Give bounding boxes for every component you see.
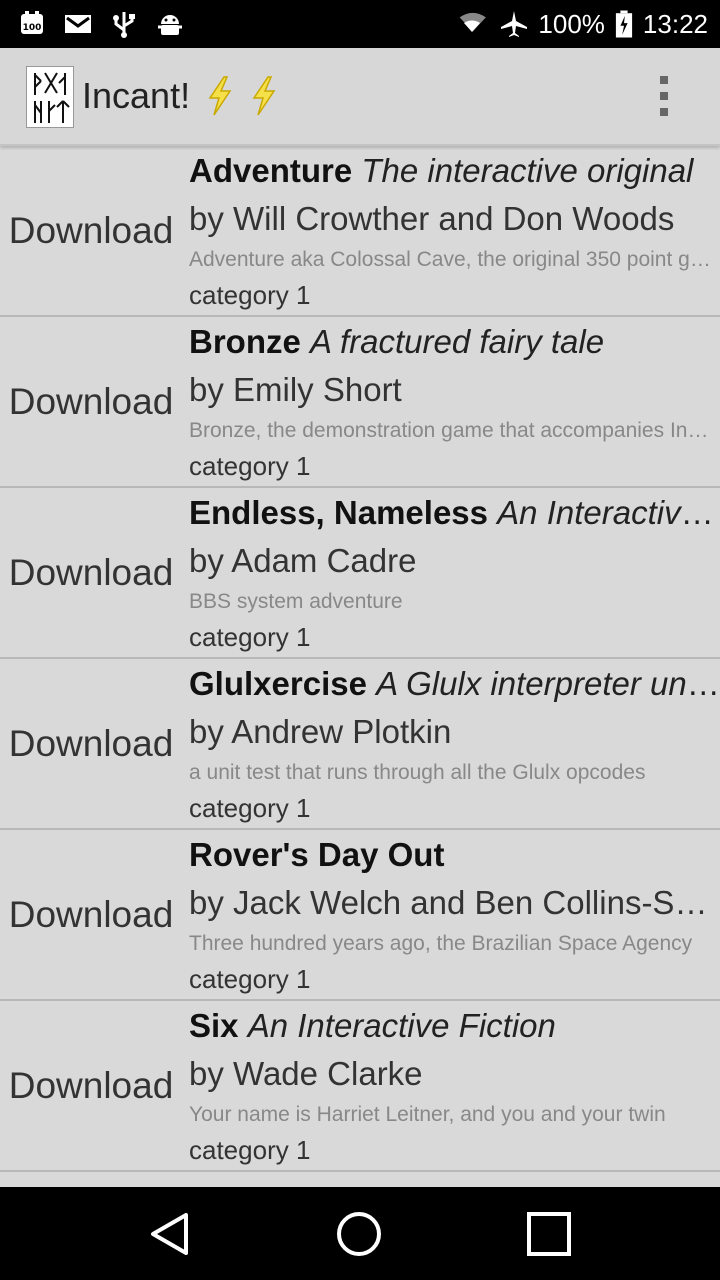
story-description: BBS system adventure: [189, 590, 403, 613]
battery-icon: [615, 10, 633, 38]
story-title: Glulxercise: [189, 665, 367, 702]
battery-percent: 100%: [538, 8, 605, 39]
story-category: category 1: [189, 964, 311, 994]
notification-icons: 100: [18, 8, 184, 40]
story-info: Rover's Day Out by Jack Welch and Ben Co…: [189, 830, 720, 999]
clock: 13:22: [642, 8, 708, 39]
overflow-menu-icon[interactable]: [648, 72, 680, 120]
bolt-icons: [202, 76, 282, 116]
story-title: Endless, Nameless: [189, 494, 488, 531]
usb-icon: [113, 12, 135, 38]
story-headline: An Interactive Fiction: [247, 1007, 556, 1044]
story-list: Download Adventure The interactive origi…: [0, 146, 720, 1187]
story-title: Adventure: [189, 152, 353, 189]
usb-100-icon: 100: [21, 11, 43, 34]
story-author: by Adam Cadre: [189, 542, 417, 579]
story-author: by Andrew Plotkin: [189, 713, 452, 750]
story-row-adventure[interactable]: Download Adventure The interactive origi…: [0, 146, 720, 317]
story-title-line: Endless, Nameless An Interactive Fiction: [189, 492, 720, 534]
story-category: category 1: [189, 793, 311, 823]
story-author: by Emily Short: [189, 371, 402, 408]
story-description: Bronze, the demonstration game that acco…: [189, 419, 714, 442]
wifi-icon: [460, 12, 487, 32]
story-info: Six An Interactive Fiction by Wade Clark…: [189, 1001, 720, 1170]
download-button[interactable]: Download: [0, 146, 182, 315]
story-author: by Wade Clarke: [189, 1055, 423, 1092]
story-row-rovers-day-out[interactable]: Download Rover's Day Out by Jack Welch a…: [0, 830, 720, 1001]
story-title: Bronze: [189, 323, 301, 360]
download-button[interactable]: Download: [0, 1001, 182, 1170]
gmail-icon: [65, 15, 91, 33]
airplane-icon: [501, 11, 528, 37]
story-row-endless-nameless[interactable]: Download Endless, Nameless An Interactiv…: [0, 488, 720, 659]
story-description: a unit test that runs through all the Gl…: [189, 761, 646, 784]
download-button[interactable]: Download: [0, 317, 182, 486]
story-description: Your name is Harriet Leitner, and you an…: [189, 1103, 666, 1126]
story-title-line: Adventure The interactive original: [189, 150, 720, 192]
story-title: Rover's Day Out: [189, 836, 445, 873]
story-category: category 1: [189, 622, 311, 652]
story-info: Adventure The interactive original by Wi…: [189, 146, 720, 315]
back-icon[interactable]: [146, 1209, 196, 1259]
story-info: Glulxercise A Glulx interpreter unit tes…: [189, 659, 720, 828]
story-headline: The interactive original: [361, 152, 694, 189]
story-headline: An Interactive Fiction: [497, 494, 720, 531]
download-button[interactable]: Download: [0, 659, 182, 828]
story-title-line: Bronze A fractured fairy tale: [189, 321, 720, 363]
story-author: by Jack Welch and Ben Collins-Sussman: [189, 884, 714, 921]
story-row-bronze[interactable]: Download Bronze A fractured fairy tale b…: [0, 317, 720, 488]
android-debug-icon: [158, 15, 182, 35]
story-author: by Will Crowther and Don Woods: [189, 200, 675, 237]
story-description: Adventure aka Colossal Cave, the origina…: [189, 248, 714, 271]
system-status: 100% 13:22: [454, 0, 708, 48]
app-title: Incant!: [82, 75, 191, 116]
svg-text:100: 100: [23, 23, 42, 33]
story-category: category 1: [189, 280, 311, 310]
status-bar: 100 100% 13:22: [0, 0, 720, 48]
lightning-bolt-icon: [208, 76, 232, 116]
recents-icon[interactable]: [524, 1209, 574, 1259]
story-title-line: Six An Interactive Fiction: [189, 1005, 720, 1047]
story-category: category 1: [189, 1135, 311, 1165]
download-button[interactable]: Download: [0, 830, 182, 999]
story-info: Bronze A fractured fairy tale by Emily S…: [189, 317, 720, 486]
story-row-six[interactable]: Download Six An Interactive Fiction by W…: [0, 1001, 720, 1172]
story-headline: A fractured fairy tale: [310, 323, 605, 360]
rune-logo-icon[interactable]: [26, 66, 74, 128]
story-title: Six: [189, 1007, 239, 1044]
story-title-line: Glulxercise A Glulx interpreter unit tes…: [189, 663, 720, 705]
story-description: Three hundred years ago, the Brazilian S…: [189, 932, 693, 955]
lightning-bolt-icon: [252, 76, 276, 116]
story-headline: A Glulx interpreter unit test: [376, 665, 720, 702]
home-icon[interactable]: [334, 1209, 384, 1259]
download-button[interactable]: Download: [0, 488, 182, 657]
app-bar: Incant!: [0, 48, 720, 146]
story-row-glulxercise[interactable]: Download Glulxercise A Glulx interpreter…: [0, 659, 720, 830]
story-category: category 1: [189, 451, 311, 481]
story-info: Endless, Nameless An Interactive Fiction…: [189, 488, 720, 657]
navigation-bar: [0, 1187, 720, 1280]
story-title-line: Rover's Day Out: [189, 834, 720, 876]
